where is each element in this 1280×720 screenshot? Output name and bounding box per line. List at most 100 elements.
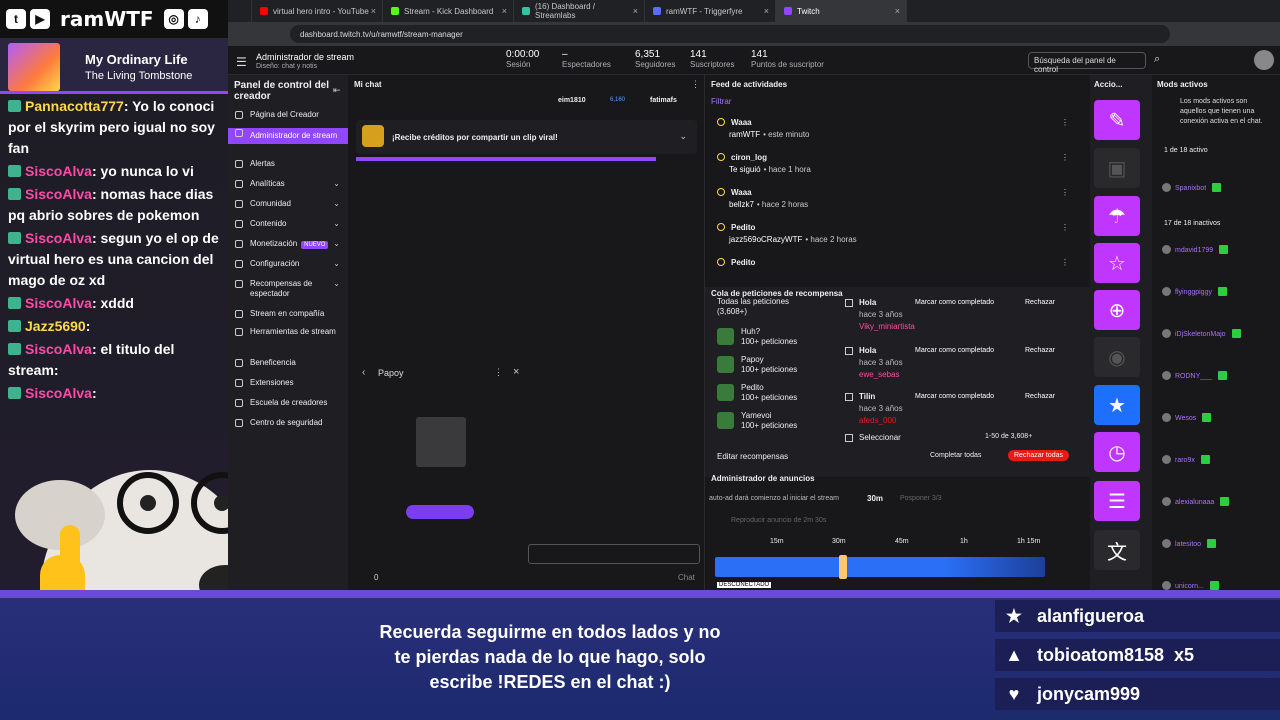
collapse-icon[interactable]: ⇤ <box>333 85 341 96</box>
more-icon[interactable]: ⋮ <box>1061 257 1069 269</box>
avatar[interactable] <box>1254 50 1274 70</box>
close-icon[interactable]: × <box>764 6 769 16</box>
ad-timeline[interactable] <box>715 557 1045 577</box>
mark-done-button[interactable]: Marcar como completado <box>915 345 994 357</box>
layout-subtitle[interactable]: Diseño: chat y notis <box>256 63 317 70</box>
request-checkbox[interactable] <box>845 347 853 355</box>
supporter-name: tobioatom8158 x5 <box>1037 644 1195 665</box>
browser-tab[interactable]: Twitch × <box>776 0 907 22</box>
chevron-down-icon[interactable]: ⌄ <box>333 259 340 269</box>
reject-button[interactable]: Rechazar <box>1025 391 1055 403</box>
close-icon[interactable]: × <box>513 366 519 378</box>
sidebar-item[interactable]: Administrador de stream <box>228 128 348 144</box>
star-filled-icon[interactable]: ★ <box>1094 385 1140 425</box>
feed-item[interactable]: Pedito ⋮ <box>717 257 1069 281</box>
chat-user-3: fatimafs <box>650 97 677 104</box>
menu-icon[interactable]: ☰ <box>236 55 247 69</box>
browser-tab[interactable]: Stream - Kick Dashboard × <box>383 0 514 22</box>
redeem-button[interactable] <box>406 505 474 519</box>
sidebar-item-label: Centro de seguridad <box>250 418 323 427</box>
chat-input[interactable] <box>528 544 700 564</box>
queue-item[interactable]: Todas las peticiones (3,608+) <box>717 297 817 317</box>
address-input[interactable]: dashboard.twitch.tv/u/ramwtf/stream-mana… <box>290 25 1170 43</box>
chat-button[interactable]: Chat <box>678 573 695 582</box>
sidebar-item[interactable]: Herramientas de stream <box>228 327 348 337</box>
mark-done-button[interactable]: Marcar como completado <box>915 391 994 403</box>
more-icon[interactable]: ⋮ <box>1061 152 1069 164</box>
feed-item[interactable]: Waaa ramWTF • este minuto ⋮ <box>717 117 1069 141</box>
my-chat-title[interactable]: Mi chat <box>354 80 382 89</box>
more-icon[interactable]: ⋮ <box>691 79 700 90</box>
more-icon[interactable]: ⋮ <box>494 367 503 378</box>
sidebar-item[interactable]: Contenido ⌄ <box>228 219 348 229</box>
sidebar-item[interactable]: Comunidad ⌄ <box>228 199 348 209</box>
feed-item[interactable]: Pedito jazz569oCRazyWTF • hace 2 horas ⋮ <box>717 222 1069 246</box>
add-user-icon[interactable]: ⊕ <box>1094 290 1140 330</box>
camera-icon[interactable]: ◉ <box>1094 337 1140 377</box>
mod-badge-icon <box>1212 183 1222 192</box>
feed-item[interactable]: Waaa bellzk7 • hace 2 horas ⋮ <box>717 187 1069 211</box>
feed-item[interactable]: ciron_log Te siguió • hace 1 hora ⋮ <box>717 152 1069 176</box>
queue-item[interactable]: Yamevoi 100+ peticiones <box>717 411 817 431</box>
pencil-icon[interactable]: ✎ <box>1094 100 1140 140</box>
more-icon[interactable]: ⋮ <box>1061 187 1069 199</box>
sidebar-item[interactable]: Recompensas de espectador ⌄ <box>228 279 348 299</box>
layout-icon[interactable]: ☰ <box>1094 481 1140 521</box>
chevron-down-icon[interactable]: ⌄ <box>333 239 340 249</box>
sidebar-item[interactable]: Centro de seguridad <box>228 418 348 428</box>
sidebar-item[interactable]: Stream en compañía <box>228 309 348 319</box>
queue-item[interactable]: Huh? 100+ peticiones <box>717 327 817 347</box>
filter-button[interactable]: Filtrar <box>711 97 731 106</box>
close-icon[interactable]: × <box>895 6 900 16</box>
creator-sidebar: Panel de control del creador ⇤ Página de… <box>228 75 348 600</box>
close-icon[interactable]: × <box>502 6 507 16</box>
sidebar-item[interactable]: Beneficencia <box>228 358 348 368</box>
sidebar-item[interactable]: Extensiones <box>228 378 348 388</box>
chevron-down-icon[interactable]: ⌄ <box>333 179 340 189</box>
back-icon[interactable]: ‹ <box>362 367 365 378</box>
complete-all-button[interactable]: Completar todas <box>930 452 981 459</box>
tab-list-icon[interactable] <box>228 0 252 22</box>
timer-icon[interactable]: ◷ <box>1094 432 1140 472</box>
tab-favicon-icon <box>391 7 399 15</box>
sidebar-item[interactable]: Analíticas ⌄ <box>228 179 348 189</box>
clapper-icon[interactable]: ▣ <box>1094 148 1140 188</box>
sidebar-item[interactable]: Monetización NUEVO ⌄ <box>228 239 348 250</box>
queue-item[interactable]: Pedito 100+ peticiones <box>717 383 817 403</box>
select-checkbox[interactable] <box>845 434 853 442</box>
chevron-down-icon[interactable]: ⌄ <box>333 199 340 209</box>
translate-icon[interactable]: 文 <box>1094 530 1140 570</box>
edit-rewards-link[interactable]: Editar recompensas <box>717 452 788 461</box>
play-ad-button[interactable]: Reproducir anuncio de 2m 30s <box>731 517 826 524</box>
sidebar-item[interactable]: Página del Creador <box>228 110 348 120</box>
sidebar-item[interactable]: Configuración ⌄ <box>228 259 348 269</box>
star-icon[interactable]: ☆ <box>1094 243 1140 283</box>
reject-button[interactable]: Rechazar <box>1025 297 1055 309</box>
sidebar-item[interactable]: Escuela de creadores <box>228 398 348 408</box>
ads-title[interactable]: Administrador de anuncios <box>711 474 815 483</box>
chevron-down-icon[interactable]: ⌄ <box>333 279 340 289</box>
chevron-down-icon[interactable]: ⌄ <box>333 219 340 229</box>
ad-timeline-marker[interactable] <box>839 555 847 579</box>
dashboard-search[interactable]: Búsqueda del panel de control <box>1028 52 1146 74</box>
mark-done-button[interactable]: Marcar como completado <box>915 297 994 309</box>
close-icon[interactable]: × <box>633 6 638 16</box>
feed-title[interactable]: Feed de actividades <box>711 80 787 89</box>
queue-item[interactable]: Papoy 100+ peticiones <box>717 355 817 375</box>
more-icon[interactable]: ⋮ <box>1061 117 1069 129</box>
reject-all-button[interactable]: Rechazar todas <box>1008 450 1070 461</box>
request-checkbox[interactable] <box>845 393 853 401</box>
browser-tab[interactable]: (16) Dashboard / Streamlabs × <box>514 0 645 22</box>
reject-button[interactable]: Rechazar <box>1025 345 1055 357</box>
more-icon[interactable]: ⋮ <box>1061 222 1069 234</box>
sidebar-item[interactable]: Alertas <box>228 159 348 169</box>
close-icon[interactable]: × <box>371 6 376 16</box>
browser-tab[interactable]: virtual hero intro - YouTube × <box>252 0 383 22</box>
postpone-button[interactable]: Posponer 3/3 <box>900 495 942 502</box>
request-checkbox[interactable] <box>845 299 853 307</box>
search-icon[interactable]: ⌕ <box>1154 53 1160 66</box>
chevron-down-icon[interactable]: ⌄ <box>679 131 687 142</box>
viral-clip-banner[interactable]: ¡Recibe créditos por compartir un clip v… <box>356 120 697 154</box>
browser-tab[interactable]: ramWTF - Triggerfyre × <box>645 0 776 22</box>
parachute-icon[interactable]: ☂ <box>1094 196 1140 236</box>
